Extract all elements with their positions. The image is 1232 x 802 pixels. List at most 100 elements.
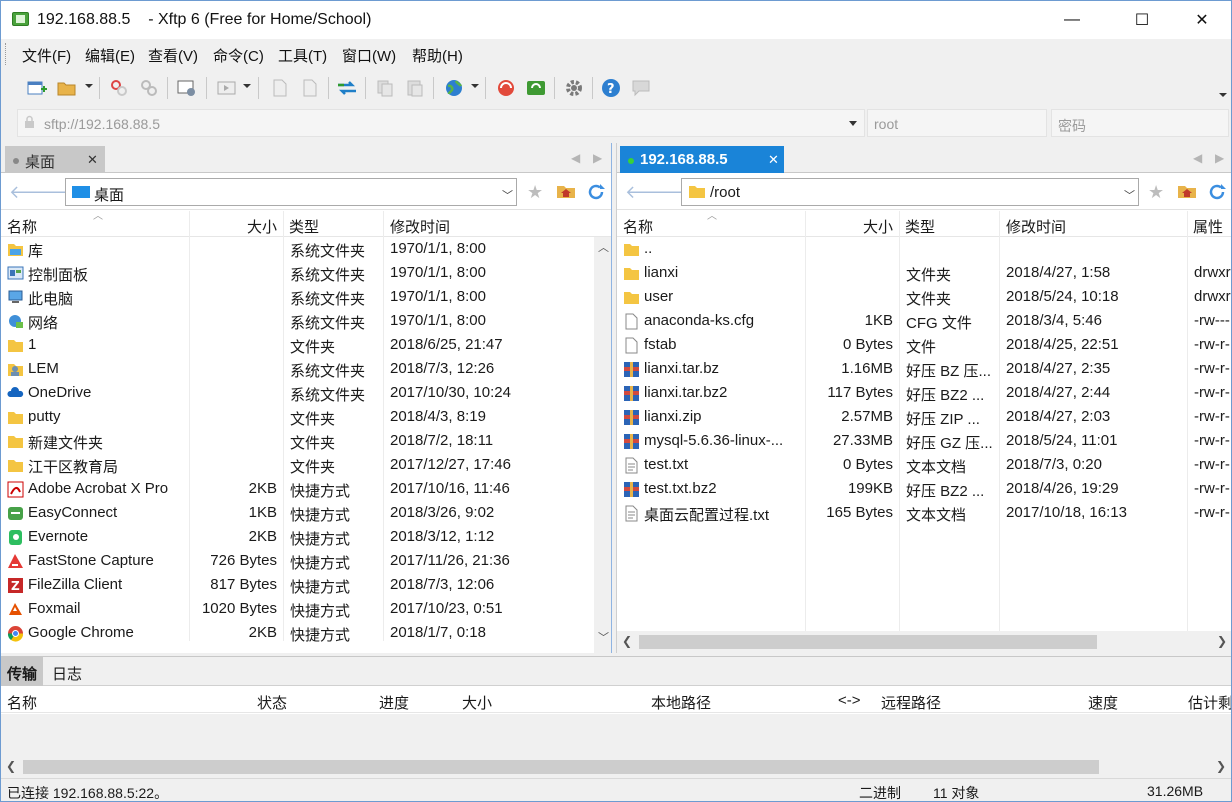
menu-view[interactable]: 查看(V)	[148, 45, 198, 66]
settings-icon[interactable]	[563, 77, 585, 99]
remote-path-box[interactable]: /root ﹀	[681, 178, 1139, 206]
menu-edit[interactable]: 编辑(E)	[85, 45, 135, 66]
column-name[interactable]: 名称	[7, 216, 37, 237]
column-size[interactable]: 大小	[462, 692, 492, 713]
column-modified[interactable]: 修改时间	[390, 216, 450, 237]
open-folder-icon[interactable]	[56, 77, 78, 99]
transfer-horizontal-scrollbar[interactable]: ❮ ❯	[1, 756, 1231, 778]
new-session-icon[interactable]	[26, 77, 48, 99]
globe-icon[interactable]	[443, 77, 465, 99]
file-row[interactable]: mysql-5.6.36-linux-... 27.33MB 好压 GZ 压... 2…	[617, 429, 1231, 453]
file-row[interactable]: Foxmail 1020 Bytes 快捷方式 2017/10/23, 0:51	[1, 597, 611, 621]
file-row[interactable]: putty 文件夹 2018/4/3, 8:19	[1, 405, 611, 429]
column-status[interactable]: 状态	[257, 692, 287, 713]
tab-scroll-right-icon[interactable]: ▶	[1215, 151, 1224, 165]
file-row[interactable]: user 文件夹 2018/5/24, 10:18 drwxr	[617, 285, 1231, 309]
upload-icon[interactable]	[269, 77, 291, 99]
file-row[interactable]: Z FileZilla Client 817 Bytes 快捷方式 2018/7/3, …	[1, 573, 611, 597]
file-row[interactable]: test.txt 0 Bytes 文本文档 2018/7/3, 0:20 -rw-r-	[617, 453, 1231, 477]
local-path-box[interactable]: 桌面 ﹀	[65, 178, 517, 206]
scroll-thumb[interactable]	[23, 760, 1099, 774]
toolbar-overflow-icon[interactable]	[1219, 93, 1227, 97]
menu-window[interactable]: 窗口(W)	[342, 45, 396, 66]
refresh-icon[interactable]	[1207, 182, 1227, 202]
tab-desktop[interactable]: 桌面 ✕	[5, 146, 105, 173]
menu-tools[interactable]: 工具(T)	[278, 45, 327, 66]
file-row[interactable]: LEM 系统文件夹 2018/7/3, 12:26	[1, 357, 611, 381]
file-row[interactable]: OneDrive 系统文件夹 2017/10/30, 10:24	[1, 381, 611, 405]
column-type[interactable]: 类型	[289, 216, 319, 237]
file-row[interactable]: lianxi 文件夹 2018/4/27, 1:58 drwxr	[617, 261, 1231, 285]
file-row[interactable]: 库 系统文件夹 1970/1/1, 8:00	[1, 237, 611, 261]
file-row[interactable]: 江干区教育局 文件夹 2017/12/27, 17:46	[1, 453, 611, 477]
file-row[interactable]: 桌面云配置过程.txt 165 Bytes 文本文档 2017/10/18, 16:1…	[617, 501, 1231, 525]
file-row[interactable]: FastStone Capture 726 Bytes 快捷方式 2017/11/26…	[1, 549, 611, 573]
xftp-icon[interactable]	[525, 77, 547, 99]
file-row[interactable]: lianxi.tar.bz2 117 Bytes 好压 BZ2 ... 2018/4/…	[617, 381, 1231, 405]
help-icon[interactable]: ?	[600, 77, 622, 99]
remote-horizontal-scrollbar[interactable]: ❮ ❯	[617, 631, 1231, 653]
file-row[interactable]: Google Chrome 2KB 快捷方式 2018/1/7, 0:18	[1, 621, 611, 645]
tab-scroll-left-icon[interactable]: ◀	[1193, 151, 1202, 165]
menu-file[interactable]: 文件(F)	[22, 45, 71, 66]
username-field[interactable]: root	[867, 109, 1047, 137]
xshell-icon[interactable]	[495, 77, 517, 99]
path-dropdown-icon[interactable]: ﹀	[1124, 187, 1135, 203]
reconnect-icon[interactable]	[138, 77, 160, 99]
copy-icon[interactable]	[374, 77, 396, 99]
column-speed[interactable]: 速度	[1088, 692, 1118, 713]
menu-help[interactable]: 帮助(H)	[412, 45, 463, 66]
column-name[interactable]: 名称	[623, 216, 653, 237]
address-dropdown-icon[interactable]	[849, 121, 857, 126]
scroll-right-icon[interactable]: ❯	[1216, 759, 1226, 773]
disconnect-icon[interactable]	[108, 77, 130, 99]
scroll-down-icon[interactable]: ﹀	[598, 629, 609, 645]
close-tab-icon[interactable]: ✕	[768, 152, 779, 168]
file-row[interactable]: anaconda-ks.cfg 1KB CFG 文件 2018/3/4, 5:46 -r…	[617, 309, 1231, 333]
globe-dropdown-icon[interactable]	[471, 84, 479, 88]
column-size[interactable]: 大小	[863, 216, 893, 237]
file-row[interactable]: 1 文件夹 2018/6/25, 21:47	[1, 333, 611, 357]
column-local-path[interactable]: 本地路径	[651, 692, 711, 713]
column-direction[interactable]: <->	[838, 692, 861, 709]
column-remote-path[interactable]: 远程路径	[881, 692, 941, 713]
file-row[interactable]: Adobe Acrobat X Pro 2KB 快捷方式 2017/10/16, 11…	[1, 477, 611, 501]
home-folder-icon[interactable]	[1177, 182, 1197, 200]
session-properties-icon[interactable]	[176, 77, 198, 99]
bookmark-star-icon[interactable]: ★	[1148, 182, 1164, 203]
column-type[interactable]: 类型	[905, 216, 935, 237]
close-button[interactable]: ✕	[1179, 1, 1225, 39]
local-vertical-scrollbar[interactable]: ︿ ﹀	[594, 237, 611, 653]
file-row[interactable]: EasyConnect 1KB 快捷方式 2018/3/26, 9:02	[1, 501, 611, 525]
tab-remote-host[interactable]: 192.168.88.5 ✕	[620, 146, 784, 173]
paste-icon[interactable]	[404, 77, 426, 99]
open-dropdown-icon[interactable]	[85, 84, 93, 88]
file-row[interactable]: lianxi.zip 2.57MB 好压 ZIP ... 2018/4/27, 2:0…	[617, 405, 1231, 429]
file-row[interactable]: Evernote 2KB 快捷方式 2018/3/12, 1:12	[1, 525, 611, 549]
scroll-up-icon[interactable]: ︿	[598, 239, 609, 255]
file-row[interactable]: 网络 系统文件夹 1970/1/1, 8:00	[1, 309, 611, 333]
refresh-icon[interactable]	[586, 182, 606, 202]
file-row[interactable]: 控制面板 系统文件夹 1970/1/1, 8:00	[1, 261, 611, 285]
column-modified[interactable]: 修改时间	[1006, 216, 1066, 237]
column-size[interactable]: 大小	[247, 216, 277, 237]
bookmark-star-icon[interactable]: ★	[527, 182, 543, 203]
scroll-right-icon[interactable]: ❯	[1217, 634, 1227, 648]
download-icon[interactable]	[299, 77, 321, 99]
tab-scroll-left-icon[interactable]: ◀	[571, 151, 580, 165]
home-folder-icon[interactable]	[556, 182, 576, 200]
file-row[interactable]: 此电脑 系统文件夹 1970/1/1, 8:00	[1, 285, 611, 309]
scroll-left-icon[interactable]: ❮	[622, 634, 632, 648]
menu-command[interactable]: 命令(C)	[213, 45, 264, 66]
terminal-icon[interactable]	[216, 77, 238, 99]
column-name[interactable]: 名称	[7, 692, 37, 713]
maximize-button[interactable]: ☐	[1119, 1, 1165, 39]
address-input[interactable]: sftp://192.168.88.5	[17, 109, 865, 137]
file-row[interactable]: ..	[617, 237, 1231, 261]
file-row[interactable]: lianxi.tar.bz 1.16MB 好压 BZ 压... 2018/4/27, …	[617, 357, 1231, 381]
close-tab-icon[interactable]: ✕	[87, 152, 98, 168]
file-row[interactable]: test.txt.bz2 199KB 好压 BZ2 ... 2018/4/26, 19…	[617, 477, 1231, 501]
scroll-thumb[interactable]	[639, 635, 1097, 649]
column-progress[interactable]: 进度	[379, 692, 409, 713]
scroll-left-icon[interactable]: ❮	[6, 759, 16, 773]
